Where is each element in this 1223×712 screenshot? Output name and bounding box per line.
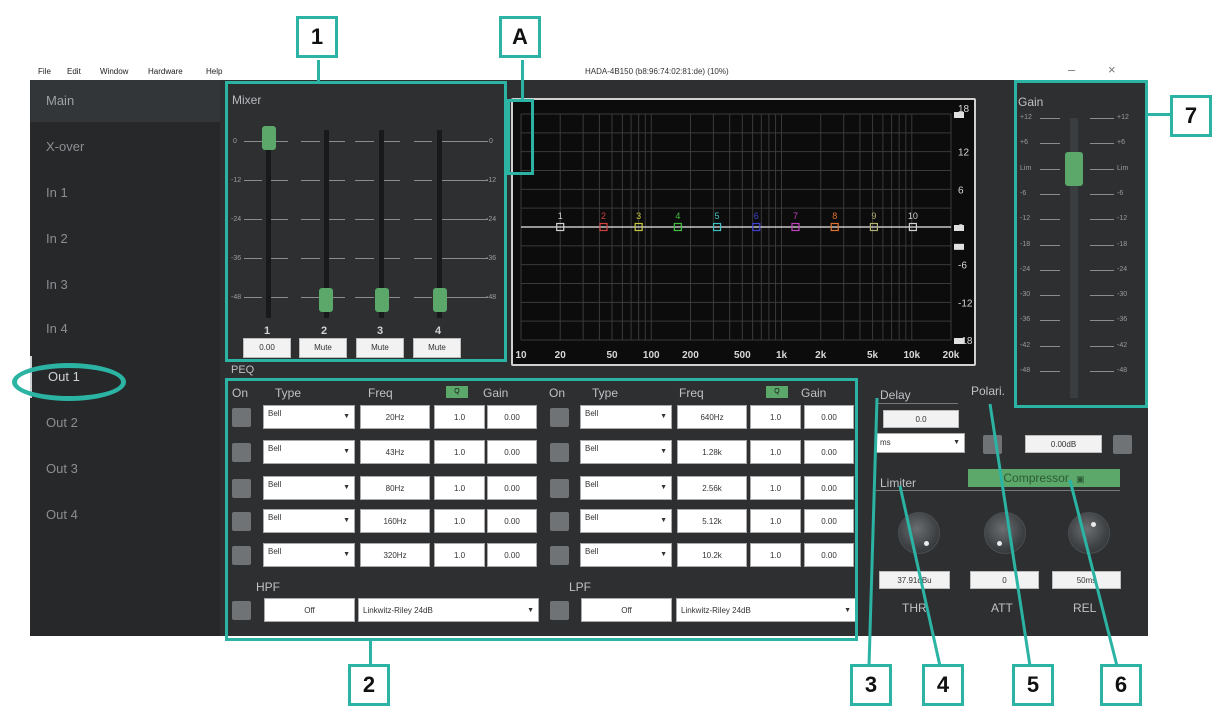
callout-frame-a [507, 99, 534, 175]
eq-band-label: 2 [601, 211, 606, 221]
eq-band-label: 6 [754, 211, 759, 221]
sidebar-item-out2[interactable]: Out 2 [30, 402, 220, 444]
callout-line-2 [369, 640, 372, 664]
callout-label-a: A [499, 16, 541, 58]
menu-window[interactable]: Window [100, 67, 128, 76]
menu-bar: File Edit Window Hardware Help HADA-4B15… [30, 62, 1148, 82]
delay-unit-select[interactable]: ms ▼ [875, 433, 965, 453]
eq-scale-marker [954, 243, 964, 250]
eq-x-label: 200 [682, 350, 699, 361]
compressor-toggle-button[interactable]: Compressor ▣ [968, 469, 1120, 487]
eq-band-label: 7 [793, 211, 798, 221]
eq-x-label: 10 [515, 350, 527, 361]
sidebar-item-xover[interactable]: X-over [30, 126, 220, 168]
eq-x-label: 500 [734, 350, 751, 361]
eq-x-label: 20 [555, 350, 567, 361]
menu-file[interactable]: File [38, 67, 51, 76]
sidebar-item-main[interactable]: Main [30, 80, 220, 122]
eq-y-label: -12 [958, 298, 973, 309]
eq-band-label: 8 [832, 211, 837, 221]
sidebar: Main X-over In 1 In 2 In 3 In 4 Out 1 Ou… [30, 80, 220, 636]
eq-band-label: 9 [871, 211, 876, 221]
eq-x-label: 2k [815, 350, 827, 361]
eq-band-label: 3 [636, 211, 641, 221]
callout-frame-1 [225, 81, 507, 362]
eq-band-label: 5 [715, 211, 720, 221]
thr-value[interactable]: 37.91dBu [879, 571, 950, 589]
rel-value[interactable]: 50ms [1052, 571, 1121, 589]
rel-knob[interactable] [1068, 512, 1110, 554]
peq-title: PEQ [231, 364, 255, 376]
eq-y-label: 6 [958, 185, 964, 196]
divider [876, 490, 1120, 491]
att-value[interactable]: 0 [970, 571, 1039, 589]
thr-label: THR [902, 601, 927, 615]
eq-y-label: 12 [958, 148, 970, 159]
callout-label-4: 4 [922, 664, 964, 706]
callout-line-1 [317, 60, 320, 82]
att-label: ATT [991, 601, 1013, 615]
polarity-gain-value[interactable]: 0.00dB [1025, 435, 1102, 453]
eq-graph[interactable]: 1 2 3 4 5 6 7 8 9 10 18 12 6 0 -6 -12 -18 10 20 50 100 200 500… [511, 98, 976, 366]
polarity-toggle[interactable] [983, 435, 1002, 454]
chevron-down-icon: ▼ [953, 439, 960, 446]
sidebar-item-out3[interactable]: Out 3 [30, 448, 220, 490]
eq-x-label: 1k [776, 350, 788, 361]
limiter-label: Limiter [880, 476, 917, 490]
callout-label-2: 2 [348, 664, 390, 706]
callout-label-7: 7 [1170, 95, 1212, 137]
eq-y-label: -18 [958, 336, 973, 347]
rel-label: REL [1073, 601, 1097, 615]
minimize-button[interactable]: – [1068, 62, 1075, 77]
att-knob-indicator [997, 541, 1002, 546]
polarity-label: Polari. [971, 384, 1006, 398]
eq-x-label: 5k [867, 350, 879, 361]
sidebar-item-in1[interactable]: In 1 [30, 172, 220, 214]
callout-label-6: 6 [1100, 664, 1142, 706]
eq-band-label: 1 [558, 211, 563, 221]
callout-line-a [521, 60, 524, 100]
callout-ellipse-out1 [12, 363, 126, 401]
sidebar-item-in4[interactable]: In 4 [30, 308, 220, 350]
att-knob[interactable] [984, 512, 1026, 554]
menu-hardware[interactable]: Hardware [148, 67, 183, 76]
sidebar-item-in3[interactable]: In 3 [30, 264, 220, 306]
polarity-invert-toggle[interactable] [1113, 435, 1132, 454]
callout-label-3: 3 [850, 664, 892, 706]
delay-value-input[interactable]: 0.0 [883, 410, 959, 428]
sidebar-item-in2[interactable]: In 2 [30, 218, 220, 260]
window-icon: ▣ [1076, 474, 1085, 484]
eq-x-label: 50 [606, 350, 618, 361]
eq-band-label: 4 [675, 211, 680, 221]
eq-x-label: 10k [903, 350, 920, 361]
eq-x-label: 100 [643, 350, 660, 361]
eq-y-label: 0 [958, 223, 964, 234]
eq-y-label: 18 [958, 104, 970, 115]
thr-knob[interactable] [898, 512, 940, 554]
rel-knob-indicator [1091, 522, 1096, 527]
menu-help[interactable]: Help [206, 67, 222, 76]
close-button[interactable]: × [1108, 62, 1116, 77]
menu-edit[interactable]: Edit [67, 67, 81, 76]
callout-frame-7 [1014, 80, 1148, 408]
delay-unit-value: ms [880, 438, 891, 447]
divider [876, 403, 958, 404]
callout-frame-2 [225, 378, 858, 641]
eq-x-label: 20k [943, 350, 960, 361]
thr-knob-indicator [924, 541, 929, 546]
callout-label-1: 1 [296, 16, 338, 58]
eq-band-label: 10 [908, 211, 918, 221]
eq-y-label: -6 [958, 261, 967, 272]
compressor-label: Compressor [1003, 471, 1069, 485]
callout-label-5: 5 [1012, 664, 1054, 706]
sidebar-item-out4[interactable]: Out 4 [30, 494, 220, 536]
window-title: HADA-4B150 (b8:96:74:02:81:de) (10%) [585, 67, 729, 76]
eq-graph-canvas[interactable]: 1 2 3 4 5 6 7 8 9 10181260-6-12-1810 20 50 100 200 500… [513, 100, 974, 364]
delay-label: Delay [880, 388, 911, 402]
